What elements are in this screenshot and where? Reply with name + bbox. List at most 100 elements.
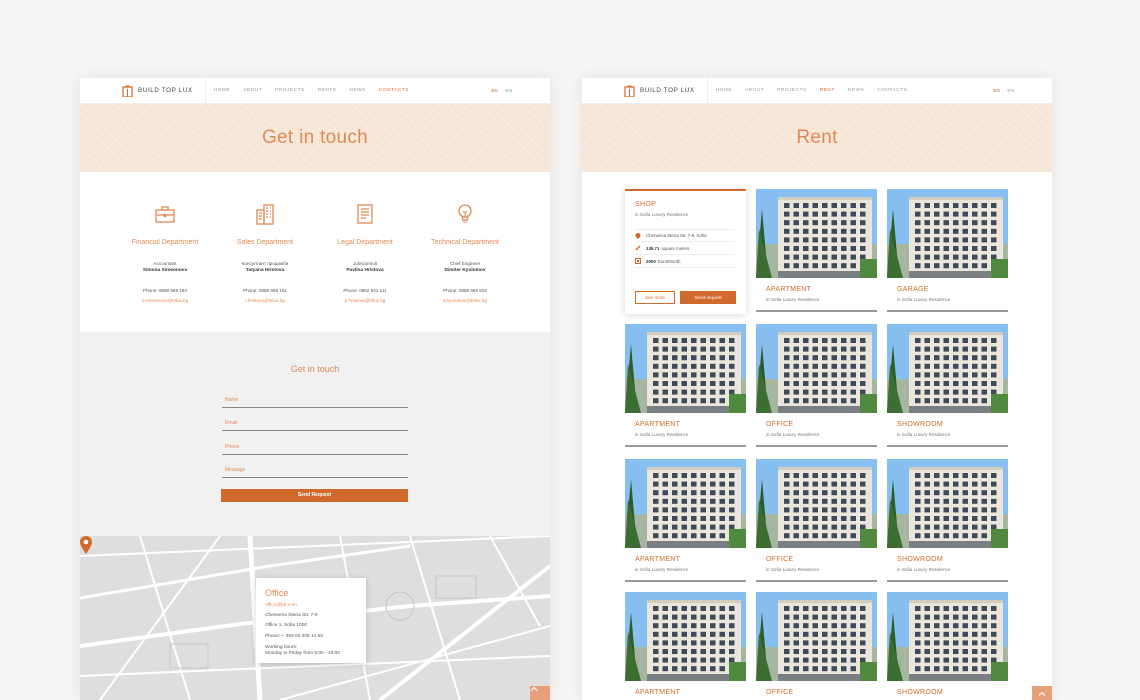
email-field[interactable]: Email — [222, 415, 408, 431]
top-nav: BUILD TOP LUX HOME ABOUT PROJECTS RENT NEWS C… — [582, 78, 1052, 104]
send-request-button[interactable]: Send request — [680, 291, 736, 304]
department-email-link[interactable]: s.simeonova@btlux.bg — [115, 298, 215, 303]
shop-address-row: Cherwena Stena Str. 7-9, Sofia — [635, 229, 735, 242]
listing-card[interactable]: APARTMENT in Sofia Luxury Residence — [756, 189, 877, 314]
main-menu: HOME ABOUT PROJECTS RENTS NEWS CONTACTS — [214, 88, 409, 93]
listing-image[interactable] — [887, 324, 1008, 413]
nav-item-projects[interactable]: PROJECTS — [777, 88, 807, 93]
shop-title: SHOP — [635, 201, 657, 208]
department-name: Sales Department — [236, 239, 294, 246]
office-email-link[interactable]: office@btl.com — [265, 603, 357, 609]
listing-image[interactable] — [756, 189, 877, 278]
department-name: Legal Department — [337, 239, 393, 246]
listing-subtitle: in Sofia Luxury Residence — [766, 567, 820, 572]
nav-item-home[interactable]: HOME — [716, 88, 732, 93]
listing-image[interactable] — [887, 189, 1008, 278]
listing-type: OFFICE — [766, 689, 794, 696]
logo[interactable]: BUILD TOP LUX — [122, 78, 206, 104]
lang-bg[interactable]: BG — [993, 89, 1000, 94]
nav-item-news[interactable]: NEWS — [350, 88, 366, 93]
shop-price-row: 2000 Euro/Month — [635, 255, 735, 268]
phone-field[interactable]: Phone — [222, 439, 408, 455]
department-email-link[interactable]: t.hristova@btlux.bg — [215, 298, 315, 303]
department-person: Dimiter Kyulumov — [444, 268, 486, 273]
listing-image[interactable] — [756, 324, 877, 413]
shop-address: Cherwena Stena Str. 7-9, Sofia — [646, 233, 707, 238]
shop-area-value: 135.71 — [646, 245, 660, 251]
listing-card[interactable]: OFFICE in Sofia Luxury Residence — [756, 459, 877, 584]
listing-image[interactable] — [756, 592, 877, 681]
listing-card[interactable]: APARTMENT in Sofia Luxury Residence — [625, 459, 746, 584]
send-request-button[interactable]: Send Request — [221, 489, 408, 502]
nav-item-about[interactable]: ABOUT — [745, 88, 764, 93]
location-pin-icon[interactable] — [80, 536, 92, 554]
name-field[interactable]: Name — [222, 392, 408, 408]
working-hours: Monday to Friday from 9:00 - 18:00 — [265, 651, 340, 657]
featured-shop-card: SHOP in Sofia Luxury Residence Cherwena … — [625, 189, 746, 314]
office-address-2: Office 1, Sofia 1000 — [265, 623, 308, 629]
scroll-to-top-button[interactable] — [1032, 686, 1052, 700]
shop-price-unit: Euro/Month — [657, 258, 681, 264]
nav-item-news[interactable]: NEWS — [848, 88, 864, 93]
building-photo — [756, 592, 877, 681]
location-map[interactable]: Office office@btl.com Cherwena Stena Str… — [80, 536, 550, 700]
message-field[interactable]: Message — [222, 462, 408, 478]
listing-subtitle: in Sofia Luxury Residence — [897, 297, 951, 302]
listing-image[interactable] — [887, 459, 1008, 548]
lang-en[interactable]: EN — [505, 89, 512, 94]
scroll-to-top-button[interactable] — [530, 686, 550, 700]
building-photo — [887, 459, 1008, 548]
book-icon — [357, 204, 373, 224]
nav-item-rent[interactable]: RENT — [820, 88, 835, 93]
department-person: Simona Simeonova — [142, 268, 188, 273]
contact-form: Get in touch Name Email Phone Message Se… — [80, 332, 550, 536]
listing-card[interactable]: GARAGE in Sofia Luxury Residence — [887, 189, 1008, 314]
department-card: Technical Department Chief Engineer Dimite… — [415, 202, 515, 332]
brand-name: BUILD TOP LUX — [640, 87, 695, 94]
listing-image[interactable] — [625, 459, 746, 548]
chevron-up-icon — [530, 686, 538, 691]
listing-type: APARTMENT — [635, 421, 681, 428]
listing-image[interactable] — [887, 592, 1008, 681]
nav-item-home[interactable]: HOME — [214, 88, 230, 93]
department-email-link[interactable]: d.kyulumov@btlux.bg — [415, 298, 515, 303]
nav-item-contacts[interactable]: CONTACTS — [379, 88, 409, 93]
page-title: Get in touch — [261, 127, 369, 148]
listing-card[interactable]: APARTMENT — [625, 592, 746, 700]
department-role: Chief Engineer — [449, 261, 481, 266]
listing-type: SHOWROOM — [897, 421, 943, 428]
listing-card[interactable]: SHOWROOM in Sofia Luxury Residence — [887, 324, 1008, 449]
listing-subtitle: in Sofia Luxury Residence — [766, 432, 820, 437]
listing-image[interactable] — [756, 459, 877, 548]
see-more-button[interactable]: See more — [635, 291, 675, 304]
listing-divider — [887, 445, 1008, 447]
listing-subtitle: in Sofia Luxury Residence — [766, 297, 820, 302]
building-photo — [625, 324, 746, 413]
listing-type: SHOWROOM — [897, 689, 943, 696]
nav-item-rents[interactable]: RENTS — [318, 88, 337, 93]
listing-divider — [756, 445, 877, 447]
lang-bg[interactable]: BG — [491, 89, 498, 94]
building-photo — [887, 592, 1008, 681]
listing-subtitle: in Sofia Luxury Residence — [635, 567, 689, 572]
nav-item-about[interactable]: ABOUT — [243, 88, 262, 93]
nav-item-projects[interactable]: PROJECTS — [275, 88, 305, 93]
logo[interactable]: BUILD TOP LUX — [624, 78, 708, 104]
listing-card[interactable]: OFFICE — [756, 592, 877, 700]
building-photo — [756, 459, 877, 548]
department-phone: Phone: 0888 669 164 — [143, 288, 187, 293]
building-photo — [887, 324, 1008, 413]
listing-card[interactable]: APARTMENT in Sofia Luxury Residence — [625, 324, 746, 449]
department-name: Financial Department — [131, 239, 199, 246]
listing-card[interactable]: SHOWROOM — [887, 592, 1008, 700]
listing-type: GARAGE — [897, 286, 929, 293]
listing-divider — [625, 580, 746, 582]
department-email-link[interactable]: p.hristova@btlux.bg — [315, 298, 415, 303]
departments-list: Financial Department Accountant Simona Sim… — [80, 172, 550, 332]
listing-card[interactable]: SHOWROOM in Sofia Luxury Residence — [887, 459, 1008, 584]
listing-image[interactable] — [625, 592, 746, 681]
lang-en[interactable]: EN — [1007, 89, 1014, 94]
nav-item-contacts[interactable]: CONTACTS — [877, 88, 907, 93]
listing-card[interactable]: OFFICE in Sofia Luxury Residence — [756, 324, 877, 449]
listing-image[interactable] — [625, 324, 746, 413]
